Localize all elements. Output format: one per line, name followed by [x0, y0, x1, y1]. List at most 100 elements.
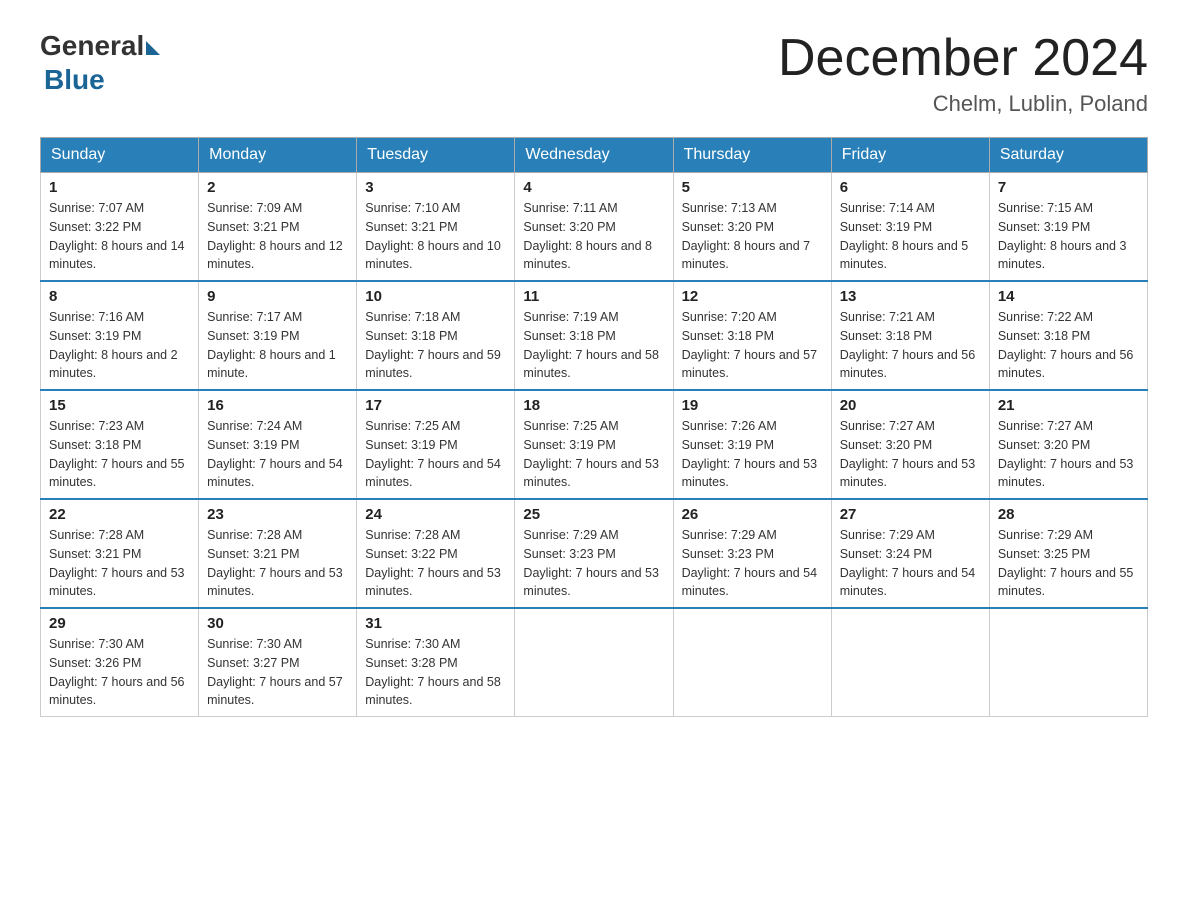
table-row: 14 Sunrise: 7:22 AM Sunset: 3:18 PM Dayl…: [989, 281, 1147, 390]
day-info: Sunrise: 7:16 AM Sunset: 3:19 PM Dayligh…: [49, 308, 190, 383]
table-row: 4 Sunrise: 7:11 AM Sunset: 3:20 PM Dayli…: [515, 173, 673, 282]
day-number: 23: [207, 506, 348, 523]
day-number: 13: [840, 288, 981, 305]
table-row: 16 Sunrise: 7:24 AM Sunset: 3:19 PM Dayl…: [199, 390, 357, 499]
table-row: 9 Sunrise: 7:17 AM Sunset: 3:19 PM Dayli…: [199, 281, 357, 390]
table-row: 19 Sunrise: 7:26 AM Sunset: 3:19 PM Dayl…: [673, 390, 831, 499]
day-number: 18: [523, 397, 664, 414]
day-info: Sunrise: 7:29 AM Sunset: 3:25 PM Dayligh…: [998, 526, 1139, 601]
table-row: 29 Sunrise: 7:30 AM Sunset: 3:26 PM Dayl…: [41, 608, 199, 717]
day-number: 16: [207, 397, 348, 414]
day-number: 22: [49, 506, 190, 523]
logo: General Blue: [40, 30, 160, 96]
table-row: 3 Sunrise: 7:10 AM Sunset: 3:21 PM Dayli…: [357, 173, 515, 282]
header-tuesday: Tuesday: [357, 138, 515, 173]
day-info: Sunrise: 7:27 AM Sunset: 3:20 PM Dayligh…: [998, 417, 1139, 492]
day-info: Sunrise: 7:30 AM Sunset: 3:28 PM Dayligh…: [365, 635, 506, 710]
day-info: Sunrise: 7:30 AM Sunset: 3:27 PM Dayligh…: [207, 635, 348, 710]
day-number: 14: [998, 288, 1139, 305]
day-number: 20: [840, 397, 981, 414]
day-info: Sunrise: 7:25 AM Sunset: 3:19 PM Dayligh…: [523, 417, 664, 492]
day-number: 26: [682, 506, 823, 523]
day-number: 8: [49, 288, 190, 305]
day-number: 31: [365, 615, 506, 632]
header-saturday: Saturday: [989, 138, 1147, 173]
header-wednesday: Wednesday: [515, 138, 673, 173]
table-row: 23 Sunrise: 7:28 AM Sunset: 3:21 PM Dayl…: [199, 499, 357, 608]
table-row: 31 Sunrise: 7:30 AM Sunset: 3:28 PM Dayl…: [357, 608, 515, 717]
calendar-table: Sunday Monday Tuesday Wednesday Thursday…: [40, 137, 1148, 717]
day-info: Sunrise: 7:28 AM Sunset: 3:21 PM Dayligh…: [207, 526, 348, 601]
day-info: Sunrise: 7:07 AM Sunset: 3:22 PM Dayligh…: [49, 199, 190, 274]
table-row: 15 Sunrise: 7:23 AM Sunset: 3:18 PM Dayl…: [41, 390, 199, 499]
table-row: 1 Sunrise: 7:07 AM Sunset: 3:22 PM Dayli…: [41, 173, 199, 282]
table-row: 27 Sunrise: 7:29 AM Sunset: 3:24 PM Dayl…: [831, 499, 989, 608]
table-row: 6 Sunrise: 7:14 AM Sunset: 3:19 PM Dayli…: [831, 173, 989, 282]
table-row: 18 Sunrise: 7:25 AM Sunset: 3:19 PM Dayl…: [515, 390, 673, 499]
day-info: Sunrise: 7:14 AM Sunset: 3:19 PM Dayligh…: [840, 199, 981, 274]
day-info: Sunrise: 7:15 AM Sunset: 3:19 PM Dayligh…: [998, 199, 1139, 274]
day-info: Sunrise: 7:28 AM Sunset: 3:22 PM Dayligh…: [365, 526, 506, 601]
day-number: 10: [365, 288, 506, 305]
day-number: 30: [207, 615, 348, 632]
day-info: Sunrise: 7:18 AM Sunset: 3:18 PM Dayligh…: [365, 308, 506, 383]
header-thursday: Thursday: [673, 138, 831, 173]
day-number: 1: [49, 179, 190, 196]
day-number: 6: [840, 179, 981, 196]
day-info: Sunrise: 7:29 AM Sunset: 3:24 PM Dayligh…: [840, 526, 981, 601]
day-number: 19: [682, 397, 823, 414]
day-number: 29: [49, 615, 190, 632]
table-row: 17 Sunrise: 7:25 AM Sunset: 3:19 PM Dayl…: [357, 390, 515, 499]
day-number: 17: [365, 397, 506, 414]
day-number: 15: [49, 397, 190, 414]
table-row: [515, 608, 673, 717]
logo-blue-text: Blue: [44, 64, 105, 96]
table-row: 26 Sunrise: 7:29 AM Sunset: 3:23 PM Dayl…: [673, 499, 831, 608]
day-number: 3: [365, 179, 506, 196]
table-row: 2 Sunrise: 7:09 AM Sunset: 3:21 PM Dayli…: [199, 173, 357, 282]
table-row: 10 Sunrise: 7:18 AM Sunset: 3:18 PM Dayl…: [357, 281, 515, 390]
header-sunday: Sunday: [41, 138, 199, 173]
day-info: Sunrise: 7:09 AM Sunset: 3:21 PM Dayligh…: [207, 199, 348, 274]
day-info: Sunrise: 7:28 AM Sunset: 3:21 PM Dayligh…: [49, 526, 190, 601]
day-info: Sunrise: 7:21 AM Sunset: 3:18 PM Dayligh…: [840, 308, 981, 383]
page-header: General Blue December 2024 Chelm, Lublin…: [40, 30, 1148, 117]
month-year-title: December 2024: [778, 30, 1148, 87]
table-row: 20 Sunrise: 7:27 AM Sunset: 3:20 PM Dayl…: [831, 390, 989, 499]
day-info: Sunrise: 7:25 AM Sunset: 3:19 PM Dayligh…: [365, 417, 506, 492]
day-number: 2: [207, 179, 348, 196]
table-row: 25 Sunrise: 7:29 AM Sunset: 3:23 PM Dayl…: [515, 499, 673, 608]
day-number: 4: [523, 179, 664, 196]
logo-general-text: General: [40, 30, 144, 62]
table-row: 11 Sunrise: 7:19 AM Sunset: 3:18 PM Dayl…: [515, 281, 673, 390]
header-monday: Monday: [199, 138, 357, 173]
table-row: [831, 608, 989, 717]
table-row: [673, 608, 831, 717]
day-info: Sunrise: 7:19 AM Sunset: 3:18 PM Dayligh…: [523, 308, 664, 383]
day-info: Sunrise: 7:26 AM Sunset: 3:19 PM Dayligh…: [682, 417, 823, 492]
day-info: Sunrise: 7:30 AM Sunset: 3:26 PM Dayligh…: [49, 635, 190, 710]
day-number: 24: [365, 506, 506, 523]
table-row: 5 Sunrise: 7:13 AM Sunset: 3:20 PM Dayli…: [673, 173, 831, 282]
day-info: Sunrise: 7:17 AM Sunset: 3:19 PM Dayligh…: [207, 308, 348, 383]
day-info: Sunrise: 7:24 AM Sunset: 3:19 PM Dayligh…: [207, 417, 348, 492]
location-title: Chelm, Lublin, Poland: [778, 91, 1148, 117]
day-number: 9: [207, 288, 348, 305]
day-info: Sunrise: 7:20 AM Sunset: 3:18 PM Dayligh…: [682, 308, 823, 383]
table-row: 12 Sunrise: 7:20 AM Sunset: 3:18 PM Dayl…: [673, 281, 831, 390]
day-number: 25: [523, 506, 664, 523]
day-info: Sunrise: 7:29 AM Sunset: 3:23 PM Dayligh…: [523, 526, 664, 601]
day-number: 12: [682, 288, 823, 305]
day-info: Sunrise: 7:27 AM Sunset: 3:20 PM Dayligh…: [840, 417, 981, 492]
table-row: 30 Sunrise: 7:30 AM Sunset: 3:27 PM Dayl…: [199, 608, 357, 717]
day-info: Sunrise: 7:29 AM Sunset: 3:23 PM Dayligh…: [682, 526, 823, 601]
table-row: 22 Sunrise: 7:28 AM Sunset: 3:21 PM Dayl…: [41, 499, 199, 608]
day-info: Sunrise: 7:22 AM Sunset: 3:18 PM Dayligh…: [998, 308, 1139, 383]
day-number: 27: [840, 506, 981, 523]
table-row: 7 Sunrise: 7:15 AM Sunset: 3:19 PM Dayli…: [989, 173, 1147, 282]
table-row: 24 Sunrise: 7:28 AM Sunset: 3:22 PM Dayl…: [357, 499, 515, 608]
title-section: December 2024 Chelm, Lublin, Poland: [778, 30, 1148, 117]
calendar-header-row: Sunday Monday Tuesday Wednesday Thursday…: [41, 138, 1148, 173]
day-number: 5: [682, 179, 823, 196]
day-number: 28: [998, 506, 1139, 523]
